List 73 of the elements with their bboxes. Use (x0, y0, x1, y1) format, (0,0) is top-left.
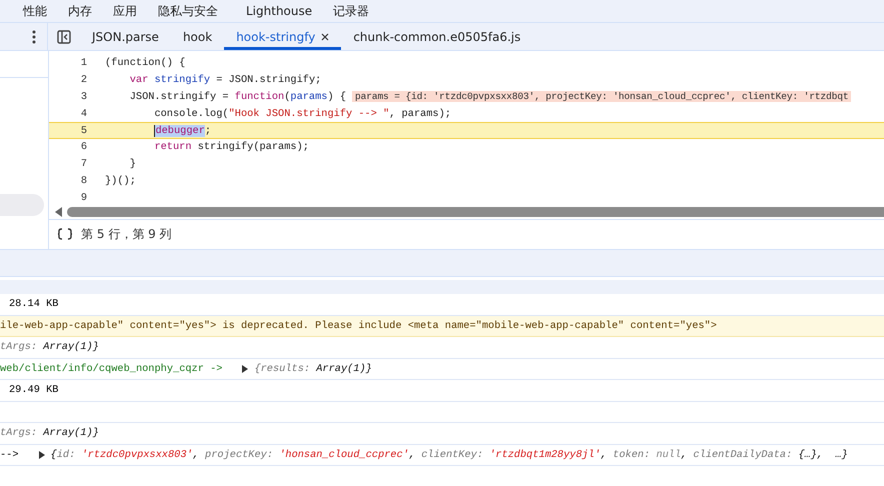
panel-tab[interactable]: 隐私与安全 (158, 2, 218, 20)
keyword: function (234, 90, 284, 103)
scroll-left-icon[interactable] (55, 207, 63, 217)
inline-value-hint: params = {id: 'rtzdc0pvpxsxx803', projectKey: 'honsan_cloud_ccprec', clientKey: 'rtzdbqt (352, 90, 852, 102)
keyword: var (130, 74, 148, 86)
property-value: { (50, 448, 57, 461)
property-key: tArgs: (0, 427, 38, 440)
property-key: tArgs: (0, 341, 38, 354)
cursor-position: 第 5 行，第 9 列 (81, 226, 172, 242)
console-text: ile-web-app-capable" content="yes"> is deprecated. Please include <meta name="mobile-web-app-capable" content="yes"> (0, 320, 717, 332)
scrollbar-thumb[interactable] (67, 207, 884, 217)
code-text: = JSON.stringify; (216, 74, 322, 86)
property-value: {…}, …} (797, 448, 848, 461)
property-key: {results: (254, 362, 310, 375)
expand-triangle-icon[interactable] (38, 450, 45, 459)
code-text: , params); (389, 108, 452, 120)
expand-triangle-icon[interactable] (242, 364, 248, 373)
line-number: 7 (80, 158, 88, 170)
panel-tab[interactable]: 性能 (23, 2, 47, 20)
property-key: projectKey: (198, 448, 274, 461)
console-text: 28.14 KB (9, 298, 58, 310)
file-tab[interactable]: chunk-common.e0505fa6.js (341, 26, 533, 50)
property-value: , (680, 448, 688, 461)
code-text: ( (284, 90, 290, 103)
property-value: , (408, 448, 416, 461)
property-key: id: (56, 448, 76, 461)
line-number: 5 (80, 124, 88, 137)
string-value: 'rtzdc0pvpxsxx803' (80, 448, 193, 461)
variable-name: stringify (154, 74, 210, 86)
string-literal: "Hook JSON.stringify --> " (228, 108, 390, 120)
line-number: 2 (80, 74, 88, 86)
sidebar-toggle-icon[interactable] (57, 30, 71, 44)
line-number: 4 (80, 108, 88, 120)
file-tab[interactable]: JSON.parse (80, 26, 171, 50)
property-value: Array(1)} (42, 341, 99, 354)
code-text: })(); (105, 174, 136, 187)
code-text: } (130, 158, 136, 170)
property-key: clientDailyData: (687, 448, 792, 461)
property-value: Array(1)} (42, 427, 99, 440)
property-value: , (600, 448, 607, 461)
null-value: null (655, 448, 681, 461)
line-number: 1 (80, 57, 88, 70)
line-number: 6 (80, 141, 88, 154)
panel-tab[interactable]: 记录器 (333, 2, 370, 20)
property-key: token: (606, 448, 650, 461)
panel-tab[interactable]: Lighthouse (246, 4, 312, 18)
property-key: clientKey: (415, 448, 484, 461)
file-tab[interactable]: hook-stringfy (224, 26, 342, 50)
pretty-print-icon[interactable] (57, 228, 73, 240)
console-text: 29.49 KB (9, 384, 58, 396)
code-text: console.log( (154, 108, 229, 120)
line-number: 8 (80, 174, 88, 187)
close-icon[interactable] (321, 32, 330, 40)
file-tab[interactable]: hook (170, 26, 224, 50)
code-text: JSON.stringify = (130, 90, 230, 103)
code-text: (function() { (105, 57, 186, 70)
source-link[interactable]: web/client/info/cqweb_nonphy_cqzr -> (0, 362, 222, 375)
line-number: 3 (80, 90, 88, 103)
keyword: return (154, 141, 192, 154)
code-text: stringify(params); (198, 141, 309, 154)
panel-tab[interactable]: 内存 (68, 2, 92, 20)
code-text: ; (204, 124, 212, 137)
variable-name: params (290, 90, 328, 103)
selected-text: debugger (154, 124, 205, 137)
string-value: 'rtzdbqt1m28yy8jl' (488, 448, 601, 461)
property-value: , (192, 448, 199, 461)
panel-tab[interactable]: 应用 (113, 2, 137, 20)
line-number: 9 (80, 192, 88, 204)
code-text: ) { (327, 90, 346, 103)
more-options-icon[interactable] (32, 30, 36, 44)
console-text: --> (0, 448, 19, 461)
property-value: Array(1)} (314, 362, 372, 375)
string-value: 'honsan_cloud_ccprec' (278, 448, 409, 461)
